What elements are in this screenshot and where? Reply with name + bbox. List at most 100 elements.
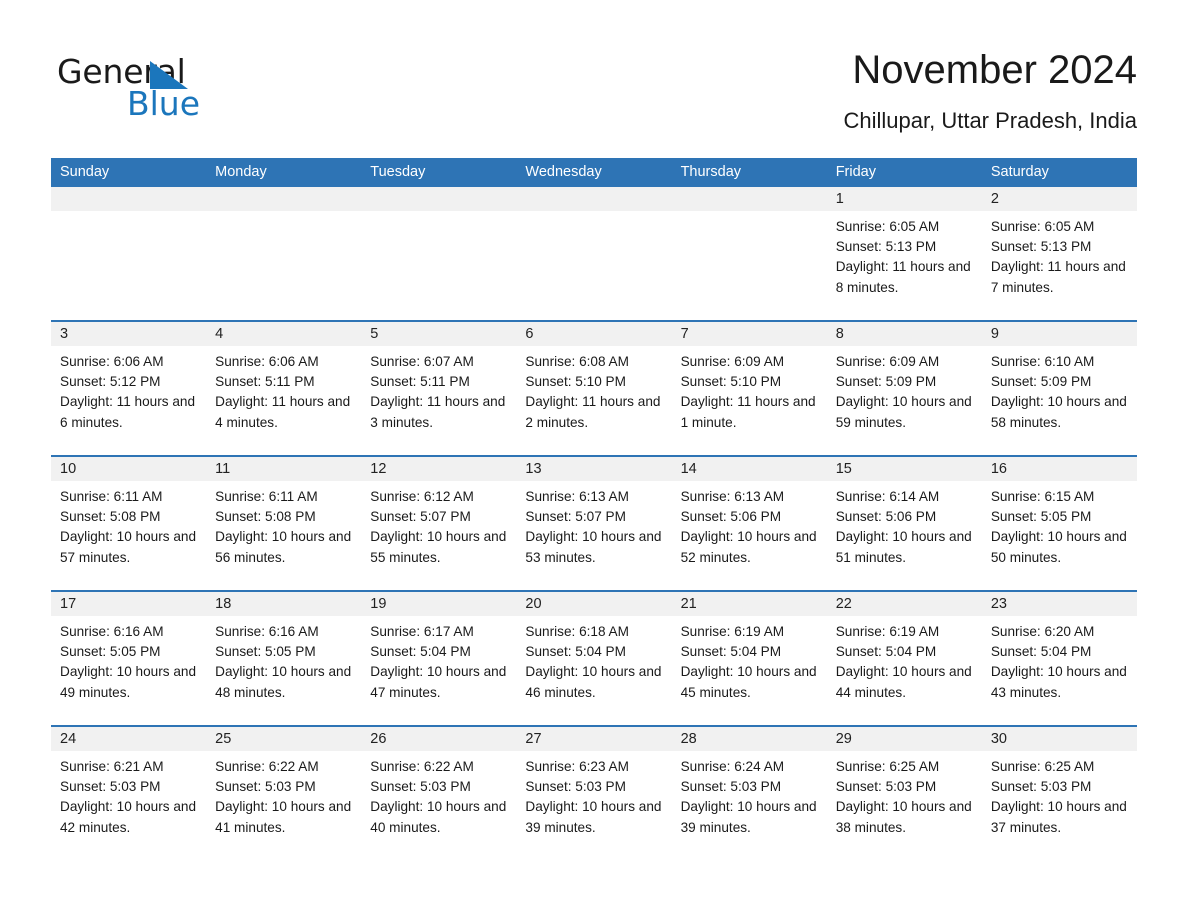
daylight-text: Daylight: 10 hours and 55 minutes. bbox=[370, 529, 507, 565]
daylight-text: Daylight: 10 hours and 46 minutes. bbox=[525, 664, 662, 700]
calendar-week-row: 17 Sunrise: 6:16 AM Sunset: 5:05 PM Dayligh… bbox=[51, 590, 1137, 725]
calendar-day-cell[interactable]: 20 Sunrise: 6:18 AM Sunset: 5:04 PM Dayligh… bbox=[516, 592, 672, 725]
day-details: Sunrise: 6:05 AM Sunset: 5:13 PM Daylight:… bbox=[982, 211, 1137, 298]
calendar-day-cell-empty bbox=[51, 187, 207, 320]
day-number-band: 11 bbox=[206, 457, 362, 481]
sunset-text: Sunset: 5:11 PM bbox=[215, 374, 315, 390]
day-number-band: 4 bbox=[206, 322, 362, 346]
sunset-text: Sunset: 5:07 PM bbox=[525, 509, 626, 525]
day-number: 27 bbox=[525, 731, 542, 747]
day-number: 22 bbox=[835, 596, 852, 612]
sunset-text: Sunset: 5:08 PM bbox=[60, 509, 161, 525]
calendar-day-cell[interactable]: 24 Sunrise: 6:21 AM Sunset: 5:03 PM Dayligh… bbox=[51, 727, 207, 860]
calendar-day-cell[interactable]: 17 Sunrise: 6:16 AM Sunset: 5:05 PM Dayligh… bbox=[51, 592, 207, 725]
calendar-day-cell[interactable]: 19 Sunrise: 6:17 AM Sunset: 5:04 PM Dayligh… bbox=[361, 592, 517, 725]
sunset-text: Sunset: 5:03 PM bbox=[60, 779, 161, 795]
day-details: Sunrise: 6:15 AM Sunset: 5:05 PM Daylight:… bbox=[982, 481, 1137, 568]
daylight-text: Daylight: 10 hours and 41 minutes. bbox=[215, 799, 352, 835]
sunset-text: Sunset: 5:04 PM bbox=[990, 644, 1092, 660]
daylight-text: Daylight: 10 hours and 42 minutes. bbox=[60, 799, 197, 835]
day-number: 21 bbox=[680, 596, 697, 612]
day-details: Sunrise: 6:20 AM Sunset: 5:04 PM Daylight:… bbox=[982, 616, 1137, 703]
daylight-text: Daylight: 10 hours and 37 minutes. bbox=[990, 799, 1127, 835]
day-details: Sunrise: 6:23 AM Sunset: 5:03 PM Daylight:… bbox=[516, 751, 671, 838]
day-number-band: 15 bbox=[826, 457, 982, 481]
day-number-band: 26 bbox=[361, 727, 517, 751]
calendar-day-cell[interactable]: 25 Sunrise: 6:22 AM Sunset: 5:03 PM Dayligh… bbox=[206, 727, 362, 860]
calendar-day-cell[interactable]: 21 Sunrise: 6:19 AM Sunset: 5:04 PM Dayligh… bbox=[671, 592, 827, 725]
calendar-day-cell[interactable]: 27 Sunrise: 6:23 AM Sunset: 5:03 PM Dayligh… bbox=[516, 727, 672, 860]
sunrise-text: Sunrise: 6:09 AM bbox=[680, 354, 785, 369]
calendar-day-cell[interactable]: 8 Sunrise: 6:09 AM Sunset: 5:09 PM Daylight… bbox=[826, 322, 982, 455]
calendar-day-cell[interactable]: 14 Sunrise: 6:13 AM Sunset: 5:06 PM Dayligh… bbox=[671, 457, 827, 590]
weekday-header-wednesday: Wednesday bbox=[525, 164, 602, 180]
day-number-band: 12 bbox=[361, 457, 517, 481]
calendar-day-cell[interactable]: 11 Sunrise: 6:11 AM Sunset: 5:08 PM Dayligh… bbox=[206, 457, 362, 590]
day-number: 3 bbox=[60, 326, 69, 342]
sunrise-text: Sunrise: 6:21 AM bbox=[60, 759, 164, 774]
calendar-day-cell[interactable]: 28 Sunrise: 6:24 AM Sunset: 5:03 PM Dayligh… bbox=[671, 727, 827, 860]
day-details: Sunrise: 6:25 AM Sunset: 5:03 PM Daylight:… bbox=[827, 751, 982, 838]
day-details: Sunrise: 6:07 AM Sunset: 5:11 PM Daylight:… bbox=[361, 346, 516, 433]
day-details: Sunrise: 6:17 AM Sunset: 5:04 PM Daylight:… bbox=[361, 616, 516, 703]
calendar-day-cell[interactable]: 9 Sunrise: 6:10 AM Sunset: 5:09 PM Daylight… bbox=[981, 322, 1137, 455]
day-number-band: 6 bbox=[516, 322, 672, 346]
calendar-day-cell[interactable]: 1 Sunrise: 6:05 AM Sunset: 5:13 PM Daylight… bbox=[826, 187, 982, 320]
calendar-week-row: 24 Sunrise: 6:21 AM Sunset: 5:03 PM Dayligh… bbox=[51, 725, 1137, 860]
daylight-text: Daylight: 10 hours and 43 minutes. bbox=[990, 664, 1127, 700]
day-details: Sunrise: 6:11 AM Sunset: 5:08 PM Daylight:… bbox=[51, 481, 206, 568]
calendar-day-cell[interactable]: 6 Sunrise: 6:08 AM Sunset: 5:10 PM Daylight… bbox=[516, 322, 672, 455]
day-details: Sunrise: 6:09 AM Sunset: 5:09 PM Daylight:… bbox=[827, 346, 982, 433]
general-blue-logo[interactable]: General Blue bbox=[57, 52, 317, 123]
day-number: 30 bbox=[990, 731, 1007, 747]
calendar-day-cell[interactable]: 10 Sunrise: 6:11 AM Sunset: 5:08 PM Dayligh… bbox=[51, 457, 207, 590]
calendar-day-cell[interactable]: 30 Sunrise: 6:25 AM Sunset: 5:03 PM Dayligh… bbox=[981, 727, 1137, 860]
daylight-text: Daylight: 10 hours and 44 minutes. bbox=[835, 664, 972, 700]
sunset-text: Sunset: 5:03 PM bbox=[835, 779, 937, 795]
daylight-text: Daylight: 10 hours and 51 minutes. bbox=[835, 529, 972, 565]
day-details: Sunrise: 6:19 AM Sunset: 5:04 PM Daylight:… bbox=[827, 616, 982, 703]
calendar-day-cell[interactable]: 5 Sunrise: 6:07 AM Sunset: 5:11 PM Daylight… bbox=[361, 322, 517, 455]
sunrise-text: Sunrise: 6:11 AM bbox=[215, 489, 318, 504]
calendar-day-cell[interactable]: 29 Sunrise: 6:25 AM Sunset: 5:03 PM Dayligh… bbox=[826, 727, 982, 860]
sunrise-text: Sunrise: 6:13 AM bbox=[525, 489, 629, 504]
day-details: Sunrise: 6:14 AM Sunset: 5:06 PM Daylight:… bbox=[827, 481, 982, 568]
day-details: Sunrise: 6:16 AM Sunset: 5:05 PM Daylight:… bbox=[206, 616, 361, 703]
sunrise-text: Sunrise: 6:07 AM bbox=[370, 354, 474, 369]
day-number-band: 20 bbox=[516, 592, 672, 616]
day-number: 18 bbox=[215, 596, 232, 612]
calendar-day-cell-empty bbox=[361, 187, 517, 320]
day-number: 24 bbox=[60, 731, 77, 747]
calendar-day-cell[interactable]: 4 Sunrise: 6:06 AM Sunset: 5:11 PM Daylight… bbox=[206, 322, 362, 455]
calendar-day-cell[interactable]: 15 Sunrise: 6:14 AM Sunset: 5:06 PM Dayligh… bbox=[826, 457, 982, 590]
day-number-band: 3 bbox=[51, 322, 207, 346]
calendar-day-cell[interactable]: 16 Sunrise: 6:15 AM Sunset: 5:05 PM Dayligh… bbox=[981, 457, 1137, 590]
calendar-day-cell[interactable]: 2 Sunrise: 6:05 AM Sunset: 5:13 PM Daylight… bbox=[981, 187, 1137, 320]
day-number: 29 bbox=[835, 731, 852, 747]
title-block: November 2024 Chillupar, Uttar Pradesh, … bbox=[844, 46, 1138, 134]
day-number: 16 bbox=[990, 461, 1007, 477]
sunrise-text: Sunrise: 6:16 AM bbox=[215, 624, 319, 639]
daylight-text: Daylight: 11 hours and 6 minutes. bbox=[60, 394, 196, 430]
calendar-day-cell[interactable]: 18 Sunrise: 6:16 AM Sunset: 5:05 PM Dayligh… bbox=[206, 592, 362, 725]
calendar-week-row: 1 Sunrise: 6:05 AM Sunset: 5:13 PM Daylight… bbox=[51, 187, 1137, 320]
calendar-day-cell[interactable]: 23 Sunrise: 6:20 AM Sunset: 5:04 PM Dayligh… bbox=[981, 592, 1137, 725]
daylight-text: Daylight: 10 hours and 40 minutes. bbox=[370, 799, 507, 835]
calendar-day-cell[interactable]: 7 Sunrise: 6:09 AM Sunset: 5:10 PM Daylight… bbox=[671, 322, 827, 455]
calendar-day-cell[interactable]: 26 Sunrise: 6:22 AM Sunset: 5:03 PM Dayligh… bbox=[361, 727, 517, 860]
sunset-text: Sunset: 5:08 PM bbox=[215, 509, 316, 525]
daylight-text: Daylight: 11 hours and 8 minutes. bbox=[835, 259, 971, 295]
sunset-text: Sunset: 5:04 PM bbox=[370, 644, 471, 660]
calendar-day-cell[interactable]: 3 Sunrise: 6:06 AM Sunset: 5:12 PM Daylight… bbox=[51, 322, 207, 455]
sunrise-text: Sunrise: 6:05 AM bbox=[990, 219, 1095, 234]
calendar-day-cell[interactable]: 12 Sunrise: 6:12 AM Sunset: 5:07 PM Dayligh… bbox=[361, 457, 517, 590]
sunrise-text: Sunrise: 6:19 AM bbox=[680, 624, 785, 639]
sunset-text: Sunset: 5:03 PM bbox=[990, 779, 1092, 795]
weeks-container: 1 Sunrise: 6:05 AM Sunset: 5:13 PM Daylight… bbox=[51, 187, 1137, 860]
calendar-day-cell[interactable]: 13 Sunrise: 6:13 AM Sunset: 5:07 PM Dayligh… bbox=[516, 457, 672, 590]
sunrise-text: Sunrise: 6:24 AM bbox=[680, 759, 785, 774]
sunrise-text: Sunrise: 6:22 AM bbox=[370, 759, 474, 774]
daylight-text: Daylight: 11 hours and 2 minutes. bbox=[525, 394, 661, 430]
calendar-day-cell[interactable]: 22 Sunrise: 6:19 AM Sunset: 5:04 PM Dayligh… bbox=[826, 592, 982, 725]
sunset-text: Sunset: 5:09 PM bbox=[990, 374, 1092, 390]
